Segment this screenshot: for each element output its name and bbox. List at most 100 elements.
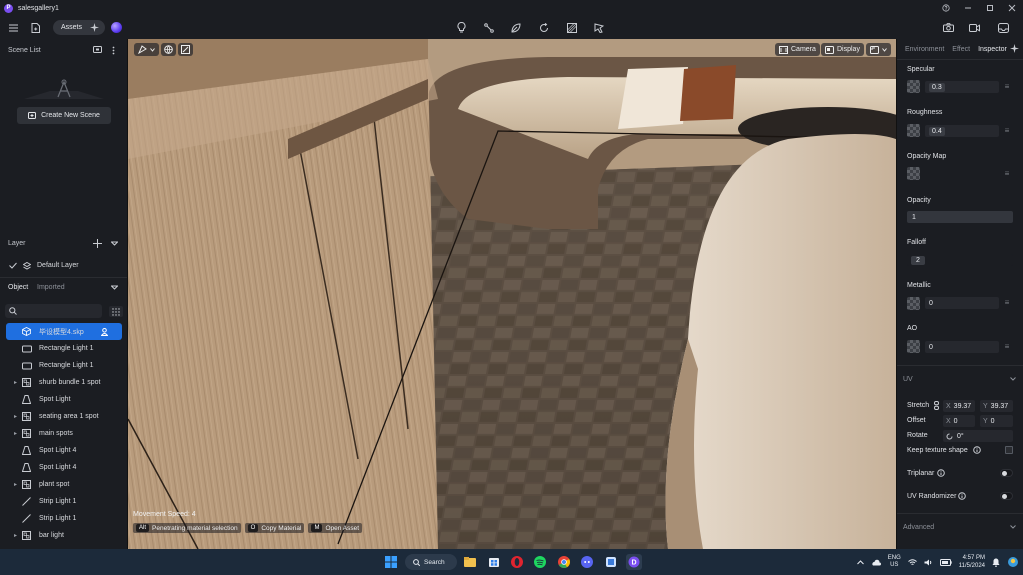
info-icon[interactable] [937,469,945,477]
3d-viewport[interactable]: Camera Display Movement Speed: 4 Alt Pene… [128,39,896,549]
app-window-icon[interactable] [603,554,619,570]
object-row[interactable]: Rectangle Light 1 [0,340,127,357]
tab-inspector[interactable]: Inspector [978,46,1007,53]
maximize-icon[interactable] [979,0,1001,16]
object-search-input[interactable] [5,304,102,318]
path-tool-icon[interactable] [483,20,495,35]
globe-button[interactable] [161,43,176,56]
person-icon[interactable] [101,327,108,336]
camera-capture-icon[interactable] [942,20,955,35]
expand-caret-icon[interactable]: ▸ [11,413,20,420]
object-row[interactable]: ▸ plant spot [0,476,127,493]
object-row[interactable]: ▸ main spots [0,425,127,442]
language-indicator[interactable]: ENG US [888,555,901,569]
view-options-button[interactable] [866,43,891,56]
ao-value-field[interactable]: 0 [925,341,999,353]
falloff-value-field[interactable]: 2 [907,254,1013,266]
volume-icon[interactable] [924,559,933,566]
chevron-up-icon[interactable] [856,559,864,565]
uv-section-heading[interactable]: UV [903,376,913,383]
spotify-icon[interactable] [532,554,548,570]
notification-bell-icon[interactable] [992,558,1000,567]
adjust-icon[interactable]: ≡ [1003,126,1011,135]
object-row[interactable]: Spot Light 4 [0,459,127,476]
object-row[interactable]: ▸ seating area 1 spot [0,408,127,425]
help-icon[interactable] [935,0,957,16]
ai-orb-icon[interactable] [111,22,122,33]
info-icon[interactable] [958,492,966,500]
display-button[interactable]: Display [821,43,864,56]
object-row[interactable]: ▸ bar light [0,527,127,544]
expand-caret-icon[interactable]: ▸ [11,532,20,539]
create-new-scene-button[interactable]: Create New Scene [17,107,111,124]
object-row[interactable]: 毕设模型4.skp [6,323,122,340]
more-options-icon[interactable] [112,46,115,55]
tab-object[interactable]: Object [8,284,28,291]
file-explorer-icon[interactable] [462,554,478,570]
light-bulb-icon[interactable] [455,20,467,35]
tab-imported[interactable]: Imported [37,284,65,291]
screen-icon[interactable] [93,46,102,54]
adjust-icon[interactable]: ≡ [1003,82,1011,91]
offset-x-field[interactable]: X0 [943,415,975,427]
object-row[interactable]: Spot Light 4 [0,442,127,459]
object-filter-icon[interactable] [111,284,118,291]
offset-y-field[interactable]: Y0 [980,415,1013,427]
object-row[interactable]: Spot Light [0,391,127,408]
adjust-icon[interactable]: ≡ [1003,169,1011,178]
object-row[interactable]: ▸ shurb bundle 1 spot [0,374,127,391]
onedrive-icon[interactable] [871,559,881,566]
close-icon[interactable] [1001,0,1023,16]
wifi-icon[interactable] [907,558,917,566]
stretch-x-field[interactable]: X 39.37 [943,400,975,412]
metallic-map-swatch[interactable] [907,297,920,310]
metallic-value-field[interactable]: 0 [925,297,999,309]
specular-map-swatch[interactable] [907,80,920,93]
object-row[interactable]: Rectangle Light 1 [0,357,127,374]
add-layer-icon[interactable] [93,239,102,248]
expand-caret-icon[interactable]: ▸ [11,430,20,437]
adjust-icon[interactable]: ≡ [1003,298,1011,307]
layer-collapse-icon[interactable] [111,240,118,247]
measure-tool-icon[interactable] [593,20,605,35]
triplanar-toggle[interactable] [1000,469,1013,477]
grid-view-icon[interactable] [109,306,123,317]
keep-texture-shape-checkbox[interactable] [1005,446,1013,454]
tab-environment[interactable]: Environment [905,46,944,53]
chevron-down-icon[interactable] [1010,377,1016,381]
transform-mode-button[interactable] [134,43,159,56]
uv-randomizer-toggle[interactable] [1000,492,1013,500]
windows-start-icon[interactable] [383,554,399,570]
advanced-section-heading[interactable]: Advanced [903,524,934,531]
object-row[interactable]: Strip Light 1 [0,493,127,510]
battery-icon[interactable] [939,558,952,566]
adjust-icon[interactable]: ≡ [1003,342,1011,351]
rotate-field[interactable]: 0° [943,430,1013,442]
rotate-tool-icon[interactable] [538,20,550,35]
specular-value-field[interactable]: 0.3 [925,81,999,93]
chrome-icon[interactable] [556,554,572,570]
tab-effect[interactable]: Effect [952,46,970,53]
info-icon[interactable] [973,446,981,454]
inbox-icon[interactable] [997,20,1010,35]
chevron-down-icon[interactable] [1010,525,1016,529]
camera-button[interactable]: Camera [775,43,820,56]
opacity-map-swatch[interactable] [907,167,920,180]
ao-map-swatch[interactable] [907,340,920,353]
stretch-y-field[interactable]: Y 39.37 [980,400,1013,412]
object-row[interactable]: Strip Light 1 [0,510,127,527]
taskbar-search[interactable]: Search [405,554,457,570]
expand-caret-icon[interactable]: ▸ [11,481,20,488]
expand-caret-icon[interactable]: ▸ [11,379,20,386]
menu-icon[interactable] [7,20,19,35]
sparkle-icon[interactable] [1010,44,1019,53]
new-file-icon[interactable] [28,20,42,35]
clock[interactable]: 4:57 PM 11/5/2024 [959,554,985,570]
minimize-icon[interactable] [957,0,979,16]
link-icon[interactable] [934,401,939,410]
opera-icon[interactable] [509,554,525,570]
roughness-map-swatch[interactable] [907,124,920,137]
discord-icon[interactable] [579,554,595,570]
opacity-value-field[interactable]: 1 [907,211,1013,223]
video-icon[interactable] [968,20,981,35]
